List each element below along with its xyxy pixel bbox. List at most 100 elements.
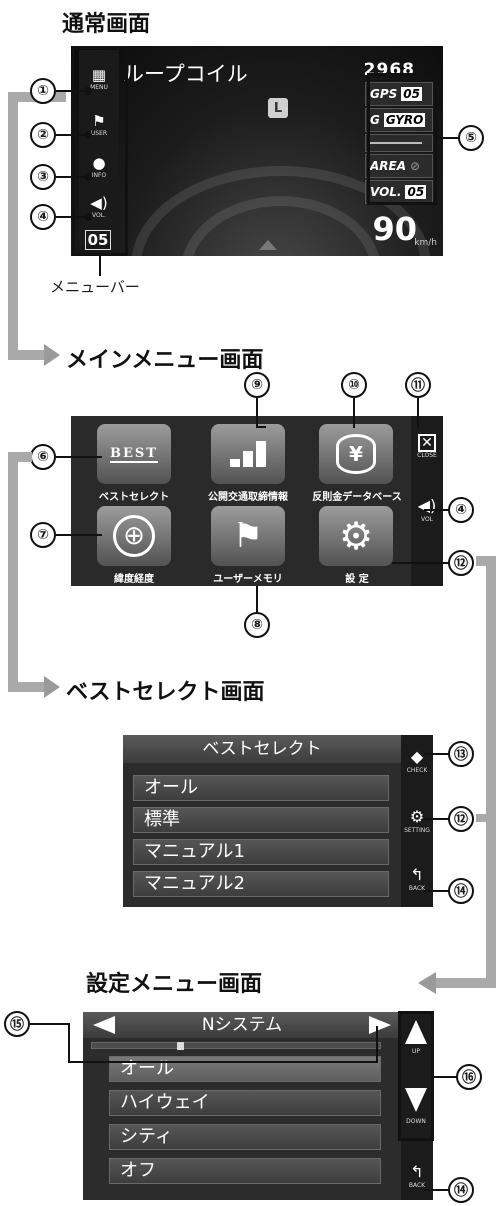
tile-fine-database[interactable]: ¥ <box>319 424 393 484</box>
flow-line <box>8 682 44 692</box>
list-item-standard[interactable]: 標準 <box>133 807 389 833</box>
tile-label-settings: 設 定 <box>345 574 369 585</box>
gear-icon: ⚙ <box>409 807 425 826</box>
leader-line <box>68 1061 378 1063</box>
menubar-outline <box>72 46 128 256</box>
flow-line <box>8 92 18 360</box>
callout-6: ⑥ <box>30 444 56 470</box>
list-item-manual1[interactable]: マニュアル1 <box>133 839 389 865</box>
callout-12: ⑫ <box>448 550 474 576</box>
tile-user-memory[interactable]: ⚑ <box>211 506 285 566</box>
leader-line <box>424 1189 450 1191</box>
callout-4: ④ <box>30 204 56 230</box>
list-item-all[interactable]: オール <box>133 775 389 801</box>
callout-12b: ⑫ <box>448 806 474 832</box>
leader-line <box>424 818 450 820</box>
callout-14b: ⑭ <box>448 1177 474 1203</box>
status-outline <box>367 73 437 205</box>
down-label: DOWN <box>406 1118 426 1125</box>
alert-title: ループコイル <box>123 62 248 86</box>
callout-5: ⑤ <box>458 125 484 151</box>
check-button[interactable]: ◆ CHECK <box>401 747 433 774</box>
up-label: UP <box>411 1048 420 1055</box>
callout-9: ⑨ <box>244 372 270 398</box>
settings-header: Nシステム <box>83 1012 401 1038</box>
tile-label-fine-database: 反則金データベース <box>312 492 402 503</box>
prev-arrow-icon[interactable] <box>93 1016 115 1034</box>
list-item-city[interactable]: シティ <box>109 1124 381 1150</box>
callout-1: ① <box>30 78 56 104</box>
horizontal-scrollbar[interactable] <box>91 1042 381 1050</box>
list-item-manual2[interactable]: マニュアル2 <box>133 871 389 897</box>
lane-marker: L <box>268 98 288 118</box>
leader-dot <box>84 87 92 95</box>
back-arrow-icon: ↰ <box>410 1162 424 1181</box>
flag-icon: ⚑ <box>232 516 264 556</box>
setting-label: SETTING <box>404 827 430 834</box>
flow-line <box>8 452 18 692</box>
updown-outline: UP DOWN <box>398 1011 434 1141</box>
tile-public-enforcement[interactable] <box>211 424 285 484</box>
best-select-sidebar: ◆ CHECK ⚙ SETTING ↰ BACK <box>401 735 433 907</box>
flow-arrow-icon <box>44 344 60 366</box>
leader-line <box>68 1023 70 1063</box>
leader-line <box>256 398 258 426</box>
list-item-all[interactable]: オール <box>109 1056 381 1082</box>
warning-icon: ◆ <box>410 747 424 766</box>
scrollbar-thumb[interactable] <box>177 1042 184 1050</box>
leader-line <box>437 137 459 139</box>
callout-8: ⑧ <box>244 612 270 638</box>
up-arrow-icon <box>259 240 277 250</box>
section-title-settings: 設定メニュー画面 <box>86 972 263 997</box>
callout-16: ⑯ <box>456 1064 482 1090</box>
main-menu-sidebar: ✕ CLOSE ◀) VOL <box>411 416 443 586</box>
leader-line <box>56 456 102 458</box>
back-label: BACK <box>408 1182 426 1189</box>
callout-4b: ④ <box>448 497 474 523</box>
leader-dot <box>84 213 92 221</box>
tile-label-public-enforcement: 公開交通取締情報 <box>208 492 288 503</box>
leader-line <box>424 509 450 511</box>
best-select-title: ベストセレクト <box>123 735 401 763</box>
leader-line <box>353 398 355 428</box>
tile-label-lat-long: 緯度経度 <box>114 574 154 585</box>
tile-settings[interactable]: ⚙ <box>319 506 393 566</box>
leader-line <box>56 534 102 536</box>
back-button[interactable]: ↰ BACK <box>401 865 433 892</box>
speed-readout: 90 <box>372 210 417 248</box>
flow-arrow-icon <box>44 676 60 698</box>
next-arrow-icon[interactable] <box>369 1016 391 1034</box>
down-arrow-icon[interactable] <box>405 1088 427 1112</box>
yen-database-icon: ¥ <box>336 434 376 474</box>
list-item-highway[interactable]: ハイウェイ <box>109 1090 381 1116</box>
flow-line <box>476 814 490 822</box>
section-title-normal: 通常画面 <box>62 12 151 37</box>
close-label: CLOSE <box>417 452 437 459</box>
list-item-off[interactable]: オフ <box>109 1158 381 1184</box>
callout-7: ⑦ <box>30 522 56 548</box>
check-label: CHECK <box>406 767 428 774</box>
setting-button[interactable]: ⚙ SETTING <box>401 807 433 834</box>
speaker-icon: ◀) <box>417 496 437 515</box>
tile-best-select[interactable]: BEST <box>97 424 171 484</box>
leader-line <box>434 1076 458 1078</box>
flow-line <box>8 452 32 462</box>
leader-line <box>424 753 450 755</box>
close-button[interactable]: ✕ CLOSE <box>411 434 443 459</box>
up-arrow-icon[interactable] <box>405 1020 427 1044</box>
tile-label-user-memory: ユーザーメモリ <box>213 574 283 585</box>
leader-line <box>376 1026 378 1062</box>
leader-dot <box>84 131 92 139</box>
flow-arrow-icon <box>418 972 436 994</box>
back-arrow-icon: ↰ <box>410 865 424 884</box>
back-button[interactable]: ↰ BACK <box>401 1162 433 1189</box>
gear-icon: ⚙ <box>338 514 374 558</box>
globe-icon: ⊕ <box>113 515 155 557</box>
speed-unit: km/h <box>414 238 437 248</box>
leader-line <box>256 586 258 614</box>
flow-line <box>8 350 44 360</box>
best-icon: BEST <box>110 445 158 463</box>
callout-13: ⑬ <box>448 741 474 767</box>
leader-line <box>417 398 419 428</box>
tile-lat-long[interactable]: ⊕ <box>97 506 171 566</box>
